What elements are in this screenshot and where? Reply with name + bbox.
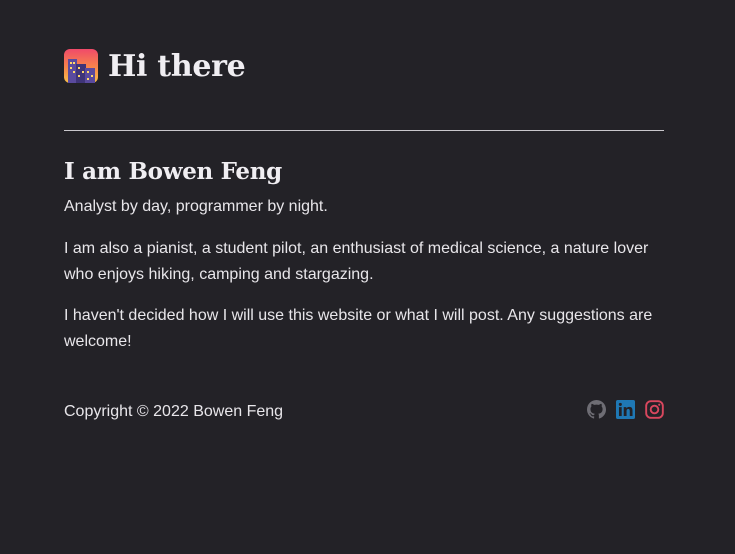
- intro-paragraph: I haven't decided how I will use this we…: [64, 307, 653, 350]
- intro-paragraph: I am also a pianist, a student pilot, an…: [64, 240, 649, 283]
- night-city-icon: [64, 49, 98, 83]
- instagram-icon: [645, 400, 664, 419]
- footer: Copyright © 2022 Bowen Feng: [64, 400, 664, 426]
- github-icon: [587, 400, 606, 419]
- copyright-text: Copyright © 2022 Bowen Feng: [64, 403, 284, 420]
- page-header: Hi there: [64, 44, 246, 88]
- linkedin-link[interactable]: [616, 400, 635, 419]
- linkedin-icon: [616, 400, 635, 419]
- intro-tagline: Analyst by day, programmer by night.: [64, 198, 328, 215]
- instagram-link[interactable]: [645, 400, 664, 419]
- github-link[interactable]: [587, 400, 606, 419]
- page-title: Hi there: [108, 48, 246, 84]
- intro-heading: I am Bowen Feng: [64, 158, 282, 185]
- social-links: [587, 400, 664, 419]
- divider: [64, 130, 664, 131]
